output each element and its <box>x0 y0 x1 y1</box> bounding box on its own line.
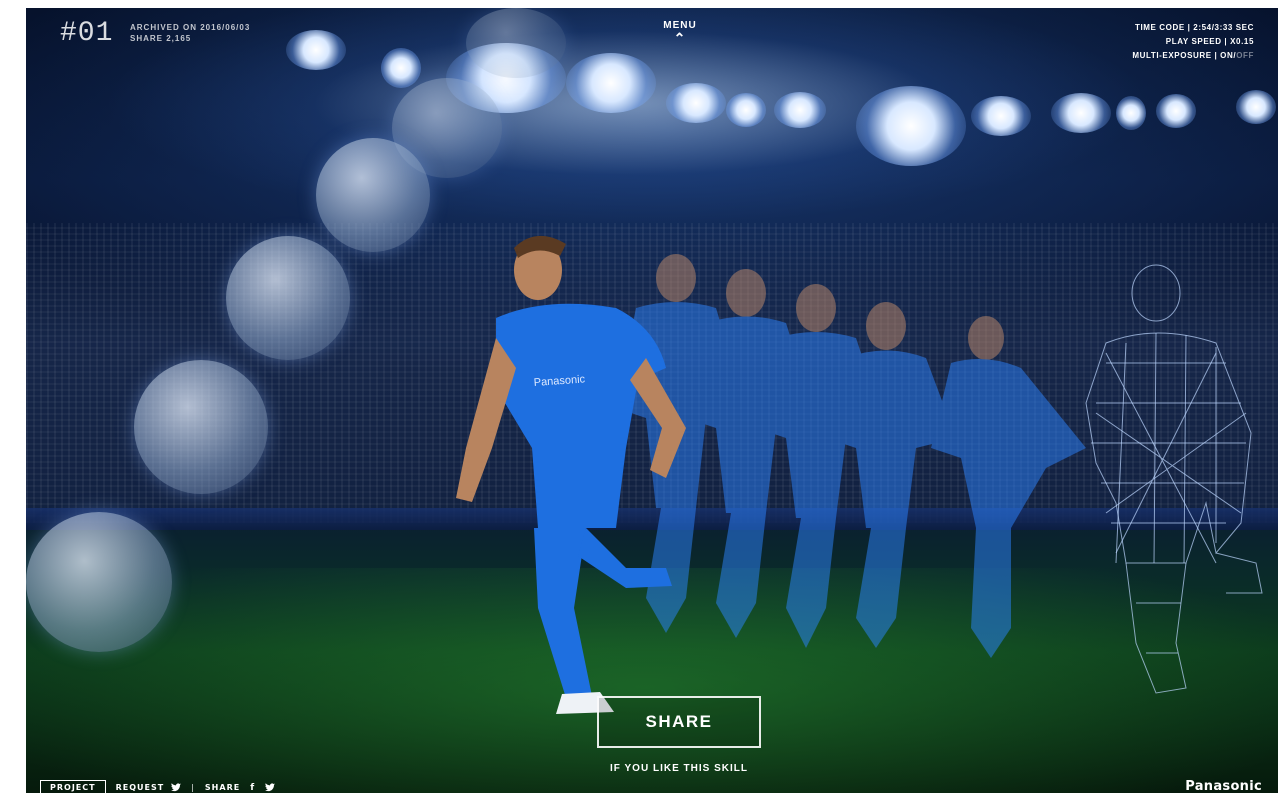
request-label: REQUEST <box>115 783 165 792</box>
archived-date: ARCHIVED ON 2016/06/03 <box>130 23 251 32</box>
facebook-icon[interactable]: f <box>250 783 255 793</box>
clip-meta: ARCHIVED ON 2016/06/03 SHARE 2,165 <box>130 22 250 44</box>
multi-exposure-toggle[interactable]: MULTI-EXPOSURE | ON/OFF <box>1132 49 1254 63</box>
chevron-up-icon: ⌃ <box>673 30 687 46</box>
video-stage: Panasonic #01 ARCHIVED ON 2016/06/03 SHA… <box>26 8 1278 793</box>
wireframe-player <box>1085 264 1263 694</box>
share-subtitle: IF YOU LIKE THIS SKILL <box>610 763 748 774</box>
share-button[interactable]: SHARE <box>597 696 761 748</box>
share-count: SHARE 2,165 <box>130 34 192 43</box>
footer-separator: | <box>191 783 195 792</box>
multi-exposure-off[interactable]: OFF <box>1236 51 1254 60</box>
multi-exposure-label: MULTI-EXPOSURE | ON/ <box>1132 51 1237 60</box>
time-code: TIME CODE | 2:54/3:33 SEC <box>1134 23 1254 32</box>
twitter-icon <box>171 783 181 792</box>
panasonic-logo[interactable]: Panasonic <box>1185 779 1262 794</box>
twitter-icon[interactable] <box>265 783 276 792</box>
clip-number: #01 <box>60 18 114 49</box>
playback-info: TIME CODE | 2:54/3:33 SEC PLAY SPEED | X… <box>1132 21 1254 63</box>
play-speed: PLAY SPEED | X0.15 <box>1165 37 1254 46</box>
share-label: SHARE <box>204 783 241 792</box>
menu-button[interactable]: MENU ⌃ <box>658 20 702 46</box>
request-link[interactable]: REQUEST <box>116 783 181 792</box>
